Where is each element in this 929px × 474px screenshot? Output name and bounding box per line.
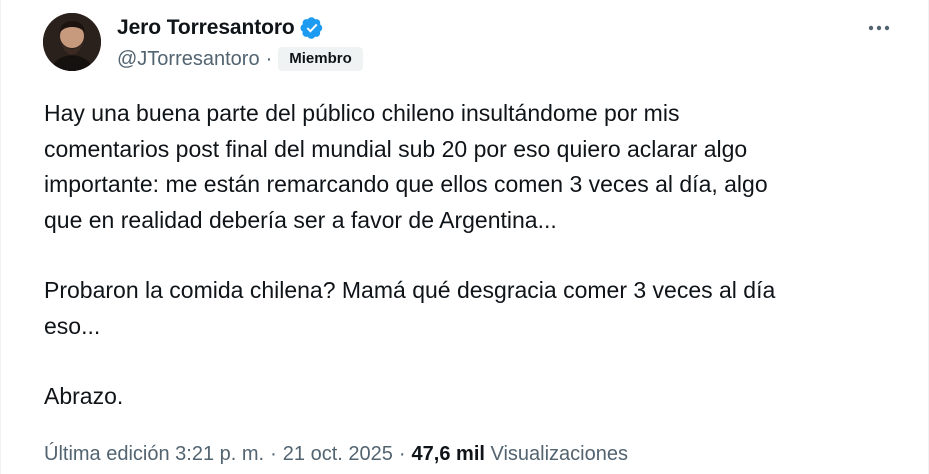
tweet-date[interactable]: 21 oct. 2025 xyxy=(283,443,393,465)
edited-label[interactable]: Última edición xyxy=(44,443,170,465)
author-name-row: Jero Torresantoro xyxy=(117,14,324,42)
verified-badge-icon[interactable] xyxy=(300,16,324,40)
author-handle[interactable]: @JTorresantoro xyxy=(117,48,260,71)
tweet-text: Hay una buena parte del público chileno … xyxy=(44,96,884,415)
tweet-meta: Última edición 3:21 p. m. · 21 oct. 2025 · 4… xyxy=(44,443,628,466)
tweet-time[interactable]: 3:21 p. m. xyxy=(175,443,264,465)
views-label[interactable]: Visualizaciones xyxy=(491,443,629,465)
tweet-paragraph-2: Probaron la comida chilena? Mamá qué des… xyxy=(44,277,776,339)
more-horizontal-icon[interactable] xyxy=(863,14,895,42)
author-handle-row: @JTorresantoro · Miembro xyxy=(117,45,363,73)
avatar[interactable] xyxy=(43,13,101,71)
tweet-paragraph-3: Abrazo. xyxy=(44,383,124,409)
avatar-image xyxy=(43,13,101,71)
views-count[interactable]: 47,6 mil xyxy=(412,443,485,465)
separator-dot: · xyxy=(265,47,273,70)
tweet-paragraph-1: Hay una buena parte del público chileno … xyxy=(44,100,768,233)
separator-dot: · xyxy=(270,443,277,465)
member-badge[interactable]: Miembro xyxy=(278,47,363,71)
author-display-name[interactable]: Jero Torresantoro xyxy=(117,16,295,40)
separator-dot: · xyxy=(398,443,406,465)
tweet-card: Jero Torresantoro @JTorresantoro · Miemb… xyxy=(0,0,929,474)
